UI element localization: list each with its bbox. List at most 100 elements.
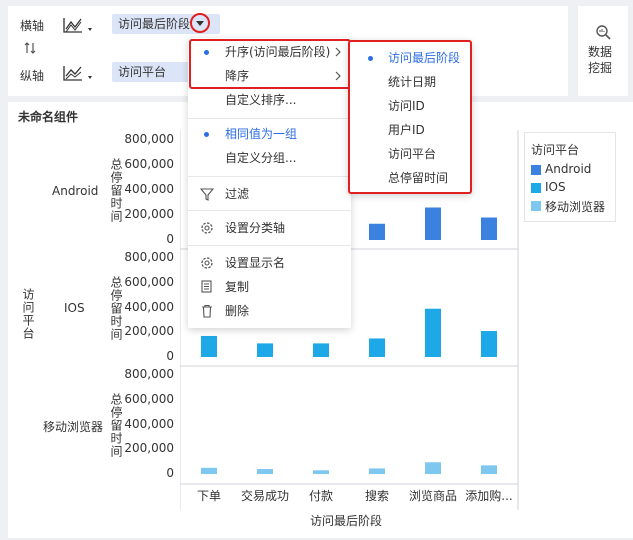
x-tick-label: 添加购...: [465, 488, 512, 503]
submenu-item-label: 访问ID: [388, 99, 425, 113]
submenu-item-user-id[interactable]: 用户ID: [350, 118, 470, 142]
menu-item-group-same[interactable]: 相同值为一组: [188, 122, 351, 146]
x-tick-label: 搜索: [365, 488, 389, 503]
bar-2-1[interactable]: [257, 469, 273, 474]
y-tick-label: 600,000: [124, 274, 174, 289]
copy-icon: [201, 280, 212, 293]
submenu-item-last-stage[interactable]: 访问最后阶段: [350, 46, 470, 70]
submenu-item-total-duration[interactable]: 总停留时间: [350, 166, 470, 190]
bar-1-3[interactable]: [369, 338, 385, 357]
menu-divider: [188, 245, 351, 246]
y-tick-label: 400,000: [124, 299, 174, 314]
menu-divider: [188, 176, 351, 177]
bar-1-4[interactable]: [425, 308, 441, 357]
y-field-label: 访问平台: [118, 65, 167, 79]
context-menu: 升序(访问最后阶段) 降序 自定义排序... 相同值为一组 自定义分组... 过…: [188, 38, 351, 328]
bar-1-5[interactable]: [481, 331, 497, 357]
x-axis-label: 横轴: [20, 19, 45, 33]
menu-item-label: 自定义分组...: [225, 151, 297, 165]
line-chart-icon: [63, 66, 92, 81]
bar-0-5[interactable]: [481, 217, 497, 241]
y-tick-label: 400,000: [124, 416, 174, 431]
y-tick-label: 200,000: [124, 441, 174, 456]
row-dim-label: 访问平台: [21, 288, 35, 340]
row-label-ios: IOS: [64, 301, 85, 315]
menu-item-label: 自定义排序...: [225, 93, 297, 107]
menu-item-custom-sort[interactable]: 自定义排序...: [188, 88, 351, 112]
submenu-item-visit-id[interactable]: 访问ID: [350, 94, 470, 118]
row-label-mobile-browser: 移动浏览器: [43, 420, 104, 434]
data-mining-label: 数据挖掘: [588, 45, 613, 75]
bar-1-0[interactable]: [201, 335, 217, 357]
legend-label-android: Android: [545, 162, 592, 176]
bar-2-3[interactable]: [369, 468, 385, 474]
data-mining-panel[interactable]: 数据挖掘: [578, 6, 628, 96]
submenu-item-label: 统计日期: [388, 75, 437, 89]
bar-2-0[interactable]: [201, 467, 217, 474]
submenu-item-label: 用户ID: [388, 123, 425, 137]
menu-item-label: 过滤: [225, 187, 250, 201]
bar-1-1[interactable]: [257, 343, 273, 357]
legend: 访问平台 Android IOS 移动浏览器: [524, 132, 616, 222]
bullet-icon: [204, 50, 209, 55]
gear-icon: [201, 257, 213, 269]
y-tick-label: 0: [166, 232, 174, 246]
legend-label-ios: IOS: [545, 180, 566, 194]
submenu-item-label: 访问最后阶段: [388, 51, 461, 65]
y-axis-label: 纵轴: [20, 69, 45, 83]
legend-label-mobile-browser: 移动浏览器: [545, 200, 606, 214]
menu-item-sort-desc[interactable]: 降序: [188, 64, 351, 88]
y-tick-label: 400,000: [124, 182, 174, 196]
y-tick-label: 600,000: [124, 391, 174, 406]
submenu-item-label: 访问平台: [388, 147, 437, 161]
bar-2-5[interactable]: [481, 465, 497, 474]
legend-swatch-ios: [531, 183, 541, 193]
menu-item-label: 设置分类轴: [225, 221, 286, 235]
sort-field-submenu: 访问最后阶段 统计日期 访问ID 用户ID 访问平台 总停留时间: [348, 40, 472, 194]
submenu-item-label: 总停留时间: [388, 171, 449, 185]
bar-0-4[interactable]: [425, 207, 441, 241]
swap-axes-button[interactable]: [22, 40, 38, 56]
menu-item-custom-group[interactable]: 自定义分组...: [188, 146, 351, 170]
legend-title: 访问平台: [531, 143, 580, 157]
menu-item-set-display-name[interactable]: 设置显示名: [188, 251, 351, 275]
x-field-dropdown-button[interactable]: [190, 13, 210, 33]
menu-item-label: 升序(访问最后阶段): [225, 45, 331, 59]
swap-vertical-icon: [24, 42, 36, 54]
x-tick-label: 付款: [309, 489, 333, 503]
submenu-item-stat-date[interactable]: 统计日期: [350, 70, 470, 94]
legend-swatch-android: [531, 165, 541, 175]
filter-icon: [200, 188, 214, 201]
gear-icon: [201, 222, 213, 234]
menu-item-label: 降序: [225, 69, 250, 83]
menu-item-set-category-axis[interactable]: 设置分类轴: [188, 216, 351, 240]
menu-item-delete[interactable]: 删除: [188, 299, 351, 323]
menu-item-label: 删除: [225, 304, 250, 318]
chevron-right-icon: [335, 47, 341, 57]
bullet-icon: [368, 56, 373, 61]
y-chart-type-button[interactable]: [62, 62, 98, 84]
menu-item-copy[interactable]: 复制: [188, 275, 351, 299]
menu-divider: [188, 118, 351, 119]
bar-0-3[interactable]: [369, 223, 385, 240]
submenu-item-platform[interactable]: 访问平台: [350, 142, 470, 166]
y-tick-label: 0: [166, 466, 174, 480]
bar-1-2[interactable]: [313, 343, 329, 357]
x-chart-type-button[interactable]: [62, 14, 98, 36]
bullet-icon: [204, 132, 209, 137]
x-tick-label: 下单: [197, 489, 221, 503]
y-tick-label: 800,000: [124, 132, 174, 146]
x-tick-label: 交易成功: [241, 488, 289, 503]
x-tick-label: 浏览商品: [409, 488, 457, 503]
y-field-pill[interactable]: 访问平台: [112, 62, 194, 82]
bar-2-4[interactable]: [425, 462, 441, 474]
y-tick-label: 200,000: [124, 324, 174, 339]
y-tick-label: 0: [166, 349, 174, 363]
y-tick-label: 200,000: [124, 207, 174, 221]
x-axis-title: 访问最后阶段: [310, 514, 383, 528]
menu-item-sort-asc[interactable]: 升序(访问最后阶段): [188, 40, 351, 64]
menu-item-filter[interactable]: 过滤: [188, 182, 351, 206]
y-tick-label: 800,000: [124, 367, 174, 381]
menu-item-label: 相同值为一组: [225, 127, 298, 141]
bar-2-2[interactable]: [313, 470, 329, 474]
